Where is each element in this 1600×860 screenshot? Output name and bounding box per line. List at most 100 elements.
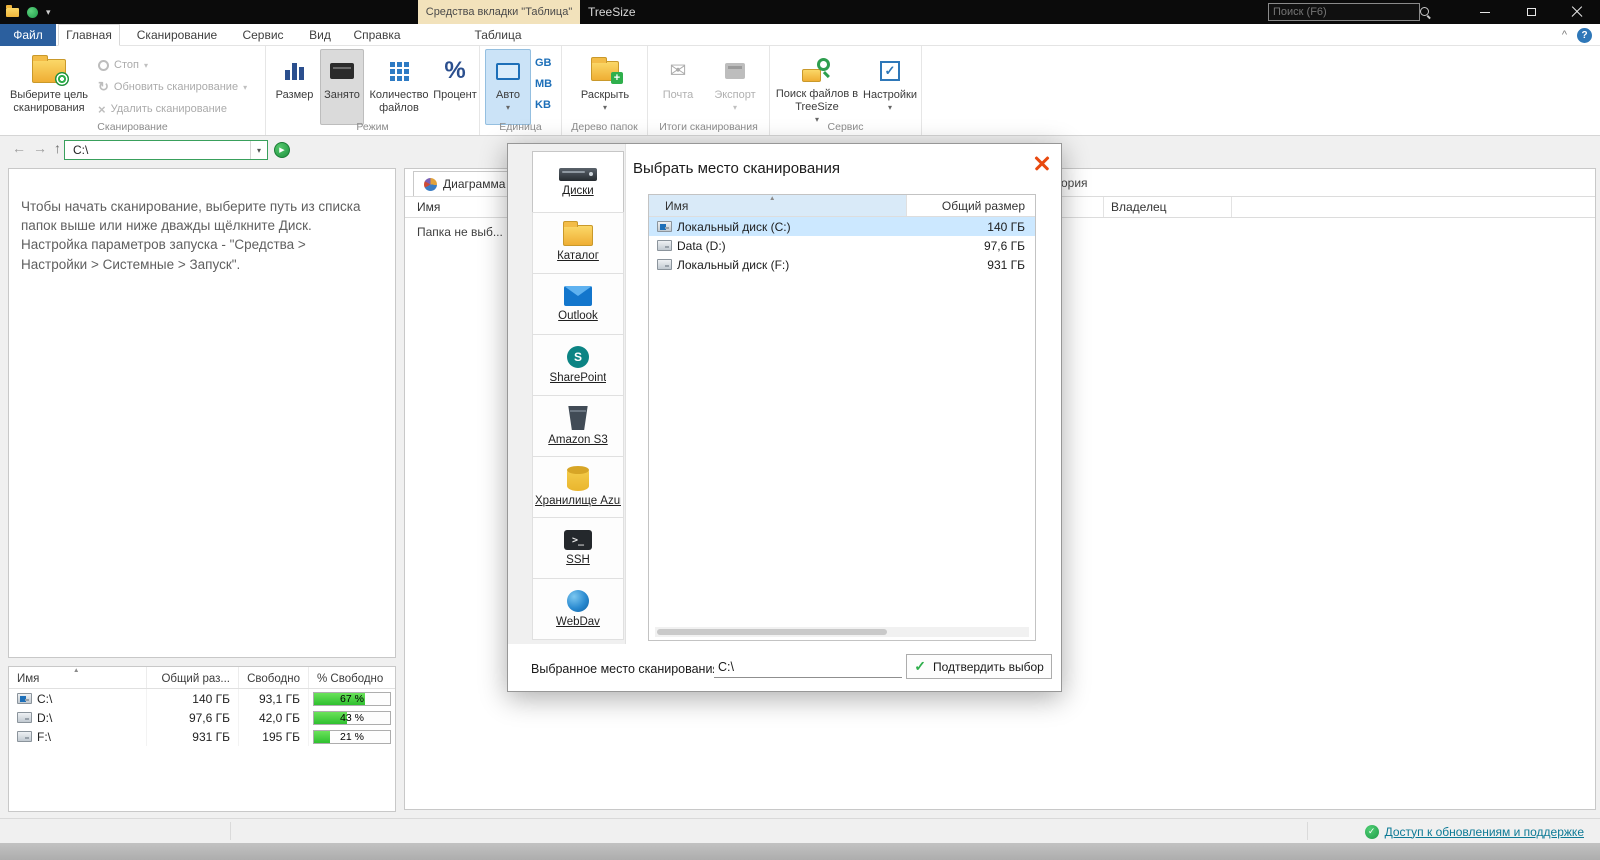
sidebar-item-drives[interactable]: Диски	[532, 151, 624, 213]
sidebar-item-directory[interactable]: Каталог	[532, 212, 624, 274]
expand-tree-button[interactable]: + Раскрыть ▾	[568, 49, 642, 125]
file-search-icon	[802, 58, 832, 83]
sidebar-item-azure-storage[interactable]: Хранилище Azur...	[532, 456, 624, 518]
dialog-row-data-d[interactable]: Data (D:) 97,6 ГБ	[649, 236, 1035, 255]
file-search-button[interactable]: Поиск файлов в TreeSize ▾	[774, 49, 860, 125]
azure-storage-icon	[567, 466, 589, 491]
expand-folder-icon: +	[591, 57, 623, 84]
search-input[interactable]	[1269, 6, 1419, 18]
nav-up-icon[interactable]: ↑	[54, 140, 61, 156]
quick-access-dropdown-icon[interactable]: ▾	[46, 7, 51, 18]
shield-check-icon: ✓	[1364, 824, 1379, 839]
select-scan-target-button[interactable]: Выберите цель сканирования	[4, 49, 94, 127]
play-icon: ▶	[279, 147, 285, 154]
maximize-button[interactable]	[1508, 0, 1554, 24]
mode-allocated-button[interactable]: Занято	[320, 49, 364, 125]
unit-auto-button[interactable]: Авто ▾	[485, 49, 531, 125]
maximize-icon	[1526, 8, 1536, 16]
options-button[interactable]: ✓ Настройки ▾	[862, 49, 918, 125]
delete-icon: ×	[98, 101, 106, 117]
path-value: C:\	[73, 143, 89, 157]
drive-row-d[interactable]: D:\ 97,6 ГБ 42,0 ГБ 43 %	[9, 708, 395, 727]
main-col-name[interactable]: Имя	[417, 200, 440, 214]
quick-scan-icon[interactable]	[27, 6, 38, 18]
unit-kb-button[interactable]: KB	[535, 95, 561, 114]
delete-scan-button[interactable]: × Удалить сканирование	[98, 99, 227, 119]
tab-help[interactable]: Справка	[346, 24, 408, 46]
select-scan-location-dialog: Выбрать место сканирования Диски Каталог…	[507, 143, 1062, 692]
drive-row-c[interactable]: C:\ 140 ГБ 93,1 ГБ 67 %	[9, 689, 395, 708]
tab-file[interactable]: Файл	[0, 24, 56, 46]
sort-asc-icon: ▲	[73, 667, 80, 674]
mode-size-button[interactable]: Размер	[271, 49, 318, 125]
confirm-selection-button[interactable]: ✓ Подтвердить выбор	[906, 654, 1052, 679]
start-scan-button[interactable]: ▶	[274, 142, 290, 158]
stop-icon	[98, 59, 109, 71]
col-free-percent[interactable]: % Свободно	[309, 667, 395, 688]
scan-target-folder-icon	[32, 55, 69, 86]
refresh-icon: ↻	[98, 79, 109, 94]
confirm-check-icon: ✓	[914, 658, 926, 674]
mail-button[interactable]: ✉ Почта	[653, 49, 703, 125]
dialog-sidebar: Диски Каталог Outlook S SharePoint Amazo…	[508, 144, 626, 644]
minimize-button[interactable]	[1462, 0, 1508, 24]
collapse-ribbon-icon[interactable]: ^	[1562, 29, 1567, 41]
export-button[interactable]: Экспорт ▾	[706, 49, 764, 125]
close-button[interactable]	[1554, 0, 1600, 24]
titlebar-search[interactable]	[1268, 3, 1429, 21]
dialog-col-name[interactable]: Имя	[649, 195, 906, 216]
file-count-grid-icon	[389, 61, 409, 81]
dialog-row-local-disk-c[interactable]: Локальный диск (C:) 140 ГБ	[649, 217, 1035, 236]
mode-file-count-button[interactable]: Количество файлов	[366, 49, 432, 125]
window-controls	[1462, 0, 1600, 24]
tab-tools[interactable]: Сервис	[234, 24, 292, 46]
sidebar-item-amazon-s3[interactable]: Amazon S3	[532, 395, 624, 457]
ribbon-group-mode: Размер Занято Количество файлов % Процен…	[266, 46, 480, 135]
selected-location-label: Выбранное место сканирования:	[531, 662, 723, 676]
dialog-row-local-disk-f[interactable]: Локальный диск (F:) 931 ГБ	[649, 255, 1035, 274]
tab-scan[interactable]: Сканирование	[126, 24, 228, 46]
options-icon: ✓	[880, 61, 900, 81]
ribbon: Выберите цель сканирования Стоп ▾ ↻ Обно…	[0, 46, 1600, 136]
dialog-close-icon[interactable]	[1033, 154, 1051, 172]
mode-percent-button[interactable]: % Процент	[432, 49, 478, 125]
refresh-scan-button[interactable]: ↻ Обновить сканирование ▾	[98, 77, 247, 97]
tab-chart[interactable]: Диаграмма	[413, 171, 517, 196]
help-icon[interactable]: ?	[1577, 27, 1592, 43]
sharepoint-icon: S	[567, 346, 589, 368]
allocated-disk-icon	[330, 63, 354, 79]
drive-row-f[interactable]: F:\ 931 ГБ 195 ГБ 21 %	[9, 727, 395, 746]
path-dropdown-icon[interactable]: ▾	[250, 141, 267, 159]
unit-gb-button[interactable]: GB	[535, 53, 561, 72]
drives-icon	[559, 167, 597, 181]
sidebar-item-sharepoint[interactable]: S SharePoint	[532, 334, 624, 396]
dialog-horizontal-scrollbar[interactable]	[655, 627, 1029, 637]
sidebar-item-webdav[interactable]: WebDav	[532, 578, 624, 640]
sidebar-item-outlook[interactable]: Outlook	[532, 273, 624, 335]
free-space-bar: 21 %	[313, 729, 391, 744]
options-dropdown-icon: ▾	[887, 103, 892, 113]
nav-back-icon[interactable]: ←	[12, 140, 26, 156]
dialog-col-size[interactable]: Общий размер	[905, 195, 1035, 216]
path-combobox[interactable]: C:\ ▾	[64, 140, 268, 160]
tab-history-partial[interactable]: ория	[1061, 176, 1088, 190]
titlebar: ▾ Средства вкладки "Таблица" TreeSize	[0, 0, 1600, 24]
sidebar-item-ssh[interactable]: >_ SSH	[532, 517, 624, 579]
stop-button[interactable]: Стоп ▾	[98, 55, 148, 75]
selected-location-input[interactable]	[714, 656, 902, 678]
tab-home[interactable]: Главная	[58, 24, 120, 46]
ribbon-group-unit: Авто ▾ GB MB KB Единица	[480, 46, 562, 135]
nav-forward-icon[interactable]: →	[33, 140, 47, 156]
unit-mb-button[interactable]: MB	[535, 74, 561, 93]
tab-table-contextual[interactable]: Таблица	[468, 24, 528, 46]
size-bars-icon	[285, 62, 304, 80]
col-free[interactable]: Свободно	[239, 667, 309, 688]
dialog-title: Выбрать место сканирования	[633, 160, 840, 177]
main-col-owner[interactable]: Владелец	[1111, 200, 1167, 214]
col-total-size[interactable]: Общий раз...	[147, 667, 239, 688]
export-icon	[725, 63, 745, 79]
pie-chart-icon	[424, 177, 437, 191]
updates-support-link[interactable]: ✓ Доступ к обновлениям и поддержке	[1364, 819, 1584, 844]
tab-view[interactable]: Вид	[300, 24, 340, 46]
scrollbar-thumb[interactable]	[657, 629, 887, 635]
